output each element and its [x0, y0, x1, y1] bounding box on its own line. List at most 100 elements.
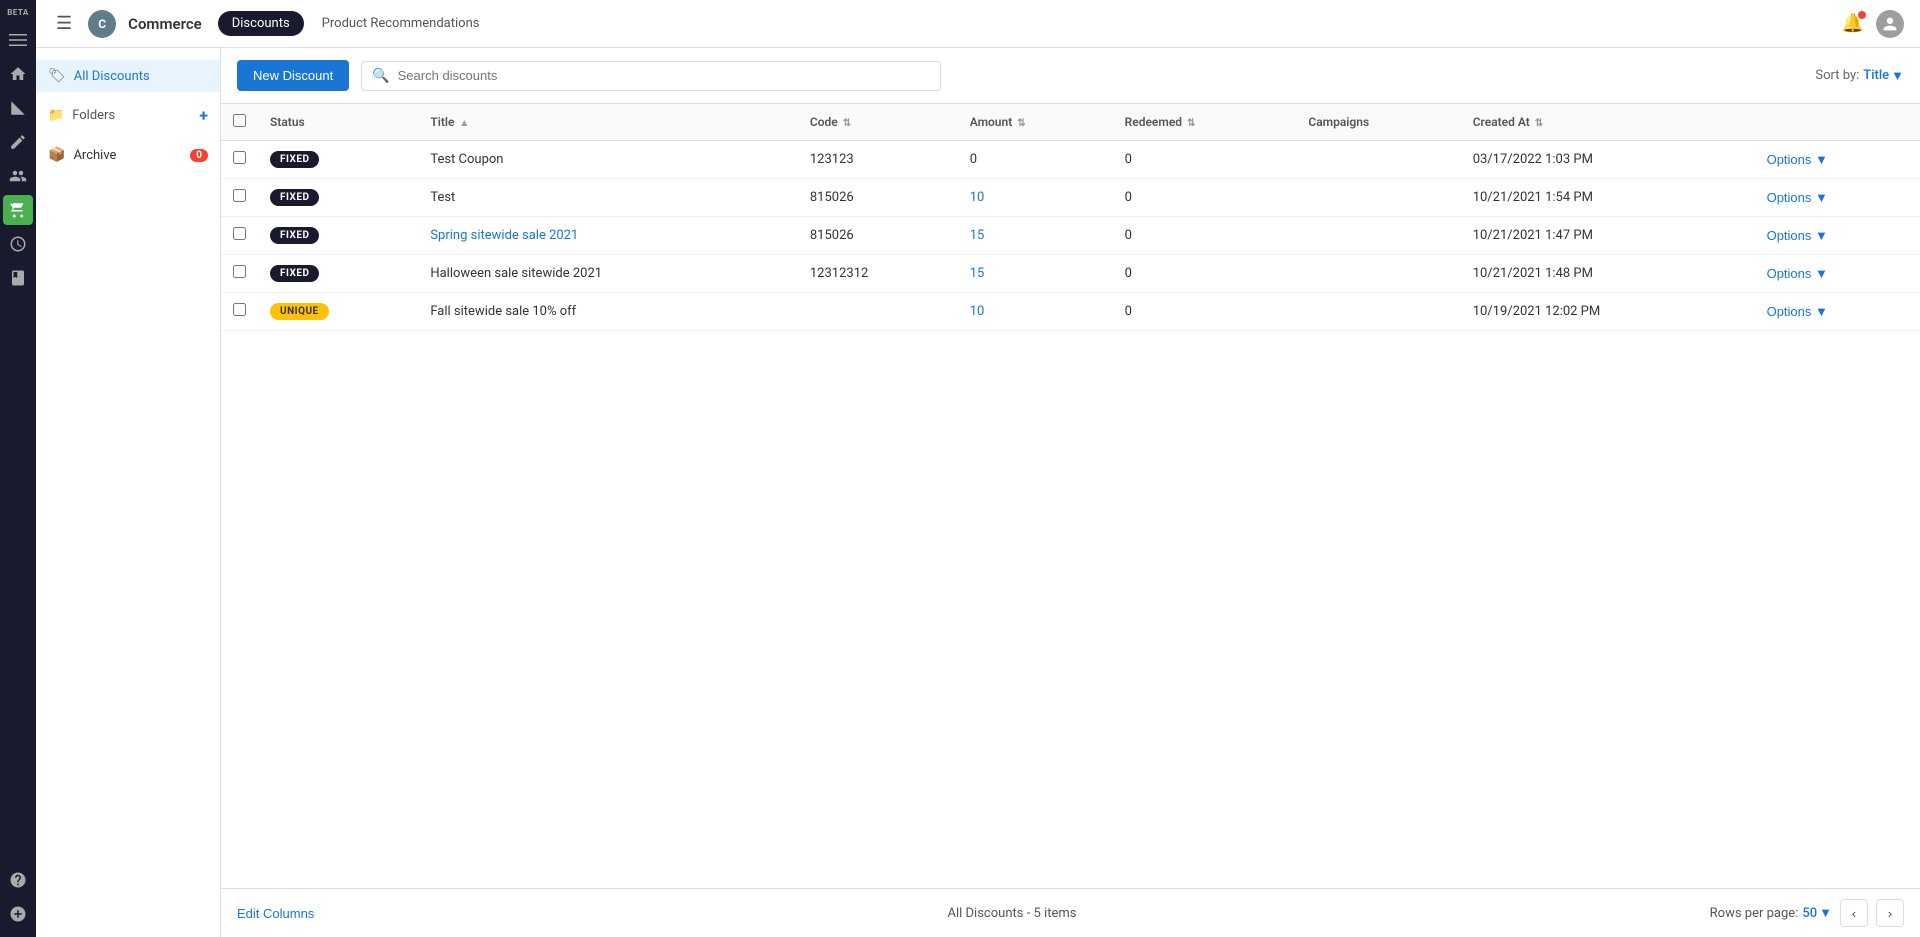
options-button[interactable]: Options ▼	[1767, 304, 1828, 319]
sidebar-item-archive[interactable]: 📦 Archive 0	[36, 139, 220, 171]
row-created-at: 10/19/2021 12:02 PM	[1461, 293, 1755, 331]
search-input[interactable]	[398, 68, 931, 83]
col-header-status[interactable]: Status	[258, 104, 418, 141]
row-redeemed: 0	[1113, 141, 1297, 179]
rows-per-page-select[interactable]: 50 ▼	[1802, 905, 1832, 921]
options-button[interactable]: Options ▼	[1767, 152, 1828, 167]
row-created-at: 03/17/2022 1:03 PM	[1461, 141, 1755, 179]
sort-by-area: Sort by: Title ▼	[1815, 68, 1904, 84]
row-checkbox[interactable]	[233, 189, 246, 202]
status-badge: FIXED	[270, 265, 319, 282]
prev-page-button[interactable]: ‹	[1840, 899, 1868, 927]
search-icon: 🔍	[372, 68, 389, 84]
tab-product-recommendations[interactable]: Product Recommendations	[308, 11, 494, 36]
row-options[interactable]: Options ▼	[1755, 141, 1920, 179]
row-checkbox-cell[interactable]	[221, 255, 258, 293]
brand-avatar: C	[88, 10, 116, 38]
col-header-campaigns: Campaigns	[1296, 104, 1460, 141]
all-discounts-label: All Discounts	[74, 69, 208, 84]
people-icon[interactable]	[3, 161, 33, 191]
row-options[interactable]: Options ▼	[1755, 217, 1920, 255]
select-all-header[interactable]	[221, 104, 258, 141]
row-checkbox-cell[interactable]	[221, 293, 258, 331]
table-footer: Edit Columns All Discounts - 5 items Row…	[221, 888, 1920, 937]
row-title[interactable]: Spring sitewide sale 2021	[418, 217, 798, 255]
table-row: FIXED Spring sitewide sale 2021 815026 1…	[221, 217, 1920, 255]
row-campaigns	[1296, 255, 1460, 293]
new-discount-button[interactable]: New Discount	[237, 60, 349, 91]
add-circle-icon[interactable]	[3, 899, 33, 929]
row-options[interactable]: Options ▼	[1755, 179, 1920, 217]
row-amount: 10	[958, 293, 1113, 331]
col-header-code[interactable]: Code ⇅	[798, 104, 958, 141]
top-header: ☰ C Commerce Discounts Product Recommend…	[36, 0, 1920, 48]
folder-icon: 📁	[48, 108, 64, 123]
folders-label: Folders	[72, 108, 115, 123]
row-checkbox-cell[interactable]	[221, 141, 258, 179]
row-checkbox[interactable]	[233, 227, 246, 240]
schedule-icon[interactable]	[3, 229, 33, 259]
row-status: FIXED	[258, 179, 418, 217]
status-badge: UNIQUE	[270, 303, 329, 320]
analytics-icon[interactable]	[3, 93, 33, 123]
row-amount: 0	[958, 141, 1113, 179]
col-header-created-at[interactable]: Created At ⇅	[1461, 104, 1755, 141]
select-all-checkbox[interactable]	[233, 114, 246, 127]
table-header: Status Title ▲ Code ⇅ Amount ⇅ Redeemed …	[221, 104, 1920, 141]
hamburger-menu-icon[interactable]	[3, 25, 33, 55]
col-header-title[interactable]: Title ▲	[418, 104, 798, 141]
row-amount: 10	[958, 179, 1113, 217]
row-created-at: 10/21/2021 1:54 PM	[1461, 179, 1755, 217]
row-checkbox[interactable]	[233, 265, 246, 278]
row-amount: 15	[958, 255, 1113, 293]
row-title: Test Coupon	[418, 141, 798, 179]
book-icon[interactable]	[3, 263, 33, 293]
row-redeemed: 0	[1113, 255, 1297, 293]
col-header-amount[interactable]: Amount ⇅	[958, 104, 1113, 141]
row-code: 815026	[798, 217, 958, 255]
next-page-button[interactable]: ›	[1876, 899, 1904, 927]
table-row: FIXED Test Coupon 123123 0 0 03/17/2022 …	[221, 141, 1920, 179]
sort-value[interactable]: Title ▼	[1863, 68, 1904, 84]
sort-by-label: Sort by:	[1815, 68, 1859, 83]
options-button[interactable]: Options ▼	[1767, 228, 1828, 243]
options-button[interactable]: Options ▼	[1767, 266, 1828, 281]
notification-icon[interactable]: 🔔	[1842, 13, 1864, 34]
row-code: 815026	[798, 179, 958, 217]
row-created-at: 10/21/2021 1:48 PM	[1461, 255, 1755, 293]
sidebar-folders-item[interactable]: 📁 Folders +	[36, 100, 220, 131]
row-title: Fall sitewide sale 10% off	[418, 293, 798, 331]
shop-icon[interactable]	[3, 195, 33, 225]
row-code: 123123	[798, 141, 958, 179]
col-header-redeemed[interactable]: Redeemed ⇅	[1113, 104, 1297, 141]
archive-label: Archive	[73, 148, 182, 163]
add-folder-button[interactable]: +	[199, 106, 208, 125]
discounts-table: Status Title ▲ Code ⇅ Amount ⇅ Redeemed …	[221, 104, 1920, 331]
row-campaigns	[1296, 293, 1460, 331]
row-created-at: 10/21/2021 1:47 PM	[1461, 217, 1755, 255]
options-button[interactable]: Options ▼	[1767, 190, 1828, 205]
archive-badge: 0	[190, 149, 208, 162]
summary-label: All Discounts	[948, 906, 1024, 921]
row-options[interactable]: Options ▼	[1755, 293, 1920, 331]
row-checkbox[interactable]	[233, 151, 246, 164]
home-icon[interactable]	[3, 59, 33, 89]
edit-icon[interactable]	[3, 127, 33, 157]
table-row: UNIQUE Fall sitewide sale 10% off 10 0 1…	[221, 293, 1920, 331]
row-checkbox-cell[interactable]	[221, 217, 258, 255]
tab-discounts[interactable]: Discounts	[218, 11, 304, 36]
row-status: FIXED	[258, 255, 418, 293]
main-panel: New Discount 🔍 Sort by: Title ▼	[221, 48, 1920, 937]
edit-columns-button[interactable]: Edit Columns	[237, 906, 314, 921]
help-icon[interactable]	[3, 865, 33, 895]
header-actions: 🔔	[1842, 10, 1904, 38]
row-options[interactable]: Options ▼	[1755, 255, 1920, 293]
sidebar-item-all-discounts[interactable]: 🏷 All Discounts	[36, 60, 220, 92]
user-avatar[interactable]	[1876, 10, 1904, 38]
row-checkbox[interactable]	[233, 303, 246, 316]
row-checkbox-cell[interactable]	[221, 179, 258, 217]
archive-icon: 📦	[48, 147, 65, 163]
hamburger-button[interactable]: ☰	[52, 9, 76, 38]
main-area: ☰ C Commerce Discounts Product Recommend…	[36, 0, 1920, 937]
table-row: FIXED Halloween sale sitewide 2021 12312…	[221, 255, 1920, 293]
